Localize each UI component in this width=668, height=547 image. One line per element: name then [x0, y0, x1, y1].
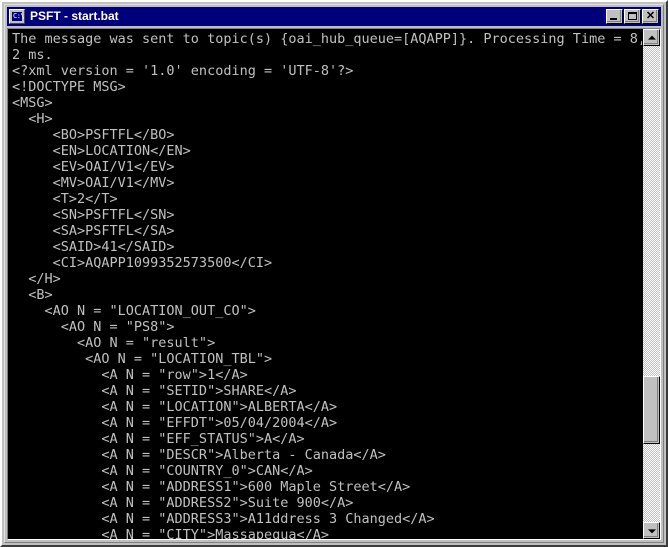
- scroll-down-arrow-icon: [647, 528, 656, 533]
- console-line: <A N = "SETID">SHARE</A>: [12, 383, 297, 399]
- console-line: <EV>OAI/V1</EV>: [12, 159, 175, 175]
- console-line: <H>: [12, 111, 53, 127]
- console-line: <T>2</T>: [12, 191, 118, 207]
- maximize-button[interactable]: [624, 9, 641, 24]
- console-line: <?xml version = '1.0' encoding = 'UTF-8'…: [12, 63, 354, 79]
- console-line: 2 ms.: [12, 47, 53, 63]
- console-line: <B>: [12, 287, 53, 303]
- console-client-area[interactable]: The message was sent to topic(s) {oai_hu…: [7, 28, 661, 540]
- console-line: <MSG>: [12, 95, 53, 111]
- console-line: <A N = "LOCATION">ALBERTA</A>: [12, 399, 338, 415]
- console-icon-glyph: C:\: [12, 12, 25, 21]
- close-icon: ✕: [645, 10, 656, 22]
- console-window: C:\ PSFT - start.bat ✕ The message was s…: [0, 0, 668, 547]
- minimize-icon: [610, 18, 617, 20]
- console-line: <A N = "ADDRESS1">600 Maple Street</A>: [12, 479, 411, 495]
- title-bar[interactable]: C:\ PSFT - start.bat ✕: [7, 7, 661, 26]
- console-line: <A N = "ADDRESS3">A11ddress 3 Changed</A…: [12, 511, 435, 527]
- window-title: PSFT - start.bat: [30, 9, 119, 23]
- console-line: The message was sent to topic(s) {oai_hu…: [12, 31, 642, 47]
- window-inner-frame: C:\ PSFT - start.bat ✕ The message was s…: [4, 4, 664, 543]
- console-line: <A N = "EFFDT">05/04/2004</A>: [12, 415, 338, 431]
- console-line: </H>: [12, 271, 61, 287]
- console-line: <A N = "EFF_STATUS">A</A>: [12, 431, 305, 447]
- console-line: <SA>PSFTFL</SA>: [12, 223, 175, 239]
- console-line: <EN>LOCATION</EN>: [12, 143, 191, 159]
- console-line: <A N = "CITY">Massapequa</A>: [12, 527, 329, 539]
- console-line: <A N = "row">1</A>: [12, 367, 248, 383]
- console-line: <SAID>41</SAID>: [12, 239, 175, 255]
- close-button[interactable]: ✕: [642, 9, 659, 24]
- console-line: <AO N = "LOCATION_TBL">: [12, 351, 273, 367]
- vertical-scrollbar[interactable]: [643, 29, 660, 539]
- scroll-up-arrow-icon: [647, 35, 656, 40]
- console-line: <SN>PSFTFL</SN>: [12, 207, 175, 223]
- console-line: <BO>PSFTFL</BO>: [12, 127, 175, 143]
- console-output-text: The message was sent to topic(s) {oai_hu…: [12, 31, 642, 539]
- console-line: <A N = "ADDRESS2">Suite 900</A>: [12, 495, 354, 511]
- console-line: <A N = "COUNTRY_0">CAN</A>: [12, 463, 313, 479]
- scroll-up-button[interactable]: [643, 29, 660, 46]
- minimize-button[interactable]: [606, 9, 623, 24]
- console-line: <A N = "DESCR">Alberta - Canada</A>: [12, 447, 386, 463]
- console-line: <AO N = "result">: [12, 335, 216, 351]
- console-line: <CI>AQAPP1099352573500</CI>: [12, 255, 273, 271]
- console-line: <MV>OAI/V1</MV>: [12, 175, 175, 191]
- console-line: <!DOCTYPE MSG>: [12, 79, 126, 95]
- console-line: <AO N = "LOCATION_OUT_CO">: [12, 303, 256, 319]
- maximize-icon: [628, 12, 637, 20]
- console-window-icon: C:\: [9, 9, 25, 24]
- scrollbar-track[interactable]: [643, 46, 660, 522]
- scrollbar-thumb[interactable]: [643, 376, 660, 444]
- console-line: <AO N = "PS8">: [12, 319, 175, 335]
- scroll-down-button[interactable]: [643, 522, 660, 539]
